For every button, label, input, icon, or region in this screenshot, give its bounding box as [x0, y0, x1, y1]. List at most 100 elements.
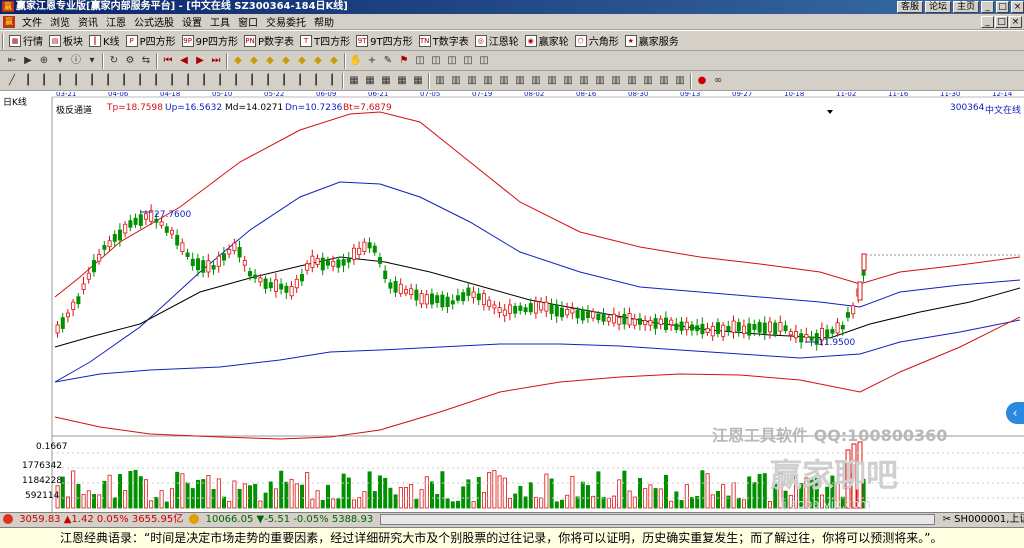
menu-help[interactable]: 帮助	[310, 14, 338, 29]
menu-file[interactable]: 文件	[18, 14, 46, 29]
bar-tool-icon[interactable]: ┃	[85, 74, 99, 88]
toolbar-p-square-button[interactable]: P P四方形	[123, 32, 179, 50]
last-icon[interactable]: ⏭	[209, 54, 223, 68]
stats-icon[interactable]: ▥	[609, 74, 623, 88]
stats-icon[interactable]: ▥	[449, 74, 463, 88]
stats-icon[interactable]: ▥	[625, 74, 639, 88]
chart-icon[interactable]: ◫	[445, 54, 459, 68]
table-icon[interactable]: ▦	[363, 74, 377, 88]
bar-tool-icon[interactable]: ┃	[117, 74, 131, 88]
prev-icon[interactable]: ◀	[177, 54, 191, 68]
stats-icon[interactable]: ▥	[657, 74, 671, 88]
next-icon[interactable]: ▶	[193, 54, 207, 68]
scroll-right-button[interactable]: ‹	[1006, 402, 1024, 424]
table-icon[interactable]: ▦	[411, 74, 425, 88]
toolbar-quotes-button[interactable]: ▦ 行情	[6, 32, 46, 50]
bar-tool-icon[interactable]: ┃	[245, 74, 259, 88]
cursor-icon[interactable]: ▶	[21, 54, 35, 68]
stats-icon[interactable]: ▥	[593, 74, 607, 88]
app-menu-icon[interactable]: 赢	[3, 15, 15, 28]
bar-tool-icon[interactable]: ┃	[213, 74, 227, 88]
child-minimize-button[interactable]: _	[981, 16, 994, 28]
diamond-icon[interactable]: ◆	[279, 54, 293, 68]
bar-tool-icon[interactable]: ┃	[149, 74, 163, 88]
first-icon[interactable]: ⏮	[161, 54, 175, 68]
bar-tool-icon[interactable]: ┃	[165, 74, 179, 88]
table-icon[interactable]: ▦	[395, 74, 409, 88]
bar-tool-icon[interactable]: ┃	[325, 74, 339, 88]
line-tool-icon[interactable]: ╱	[5, 74, 19, 88]
child-restore-button[interactable]: □	[995, 16, 1008, 28]
toolbar-t-digit-button[interactable]: TN T数字表	[416, 32, 472, 50]
table-icon[interactable]: ▦	[347, 74, 361, 88]
scissors-icon[interactable]: ✂	[943, 514, 951, 525]
bar-tool-icon[interactable]: ┃	[229, 74, 243, 88]
stats-icon[interactable]: ▥	[561, 74, 575, 88]
toolbar-gann-wheel-button[interactable]: ◎ 江恩轮	[472, 32, 522, 50]
chart-icon[interactable]: ◫	[429, 54, 443, 68]
menu-window[interactable]: 窗口	[234, 14, 262, 29]
color-icon[interactable]: ●	[695, 74, 709, 88]
toolbar-9t-square-button[interactable]: 9T 9T四方形	[353, 32, 415, 50]
rotate-icon[interactable]: ↻	[107, 54, 121, 68]
bar-tool-icon[interactable]: ┃	[133, 74, 147, 88]
minimize-button[interactable]: _	[981, 1, 994, 13]
bar-tool-icon[interactable]: ┃	[53, 74, 67, 88]
bar-tool-icon[interactable]: ┃	[293, 74, 307, 88]
settings-icon[interactable]: ⚙	[123, 54, 137, 68]
menu-trading[interactable]: 交易委托	[262, 14, 310, 29]
horizontal-scrollbar[interactable]	[380, 513, 936, 525]
bar-tool-icon[interactable]: ┃	[309, 74, 323, 88]
bar-tool-icon[interactable]: ┃	[101, 74, 115, 88]
bar-tool-icon[interactable]: ┃	[181, 74, 195, 88]
customer-service-button[interactable]: 客服	[896, 1, 923, 13]
pen-icon[interactable]: ✎	[381, 54, 395, 68]
loop-icon[interactable]: ∞	[711, 74, 725, 88]
stats-icon[interactable]: ▥	[465, 74, 479, 88]
bar-tool-icon[interactable]: ┃	[261, 74, 275, 88]
info-icon[interactable]: ⓘ	[69, 54, 83, 68]
diamond-icon[interactable]: ◆	[263, 54, 277, 68]
crosshair-icon[interactable]: +	[365, 54, 379, 68]
menu-settings[interactable]: 设置	[178, 14, 206, 29]
forum-button[interactable]: 论坛	[924, 1, 951, 13]
stats-icon[interactable]: ▥	[497, 74, 511, 88]
table-icon[interactable]: ▦	[379, 74, 393, 88]
diamond-icon[interactable]: ◆	[311, 54, 325, 68]
kline-chart[interactable]: 03-21 04-06 04-18 05-10 05-22 06-09 06-21 07-05…	[0, 92, 1024, 512]
back-icon[interactable]: ⇤	[5, 54, 19, 68]
diamond-icon[interactable]: ◆	[327, 54, 341, 68]
flip-icon[interactable]: ⇆	[139, 54, 153, 68]
menu-tools[interactable]: 工具	[206, 14, 234, 29]
dropdown-icon[interactable]: ▾	[85, 54, 99, 68]
diamond-icon[interactable]: ◆	[295, 54, 309, 68]
bar-tool-icon[interactable]: ┃	[277, 74, 291, 88]
stats-icon[interactable]: ▥	[641, 74, 655, 88]
menu-browse[interactable]: 浏览	[46, 14, 74, 29]
toolbar-t-square-button[interactable]: T T四方形	[297, 32, 353, 50]
bar-tool-icon[interactable]: ┃	[69, 74, 83, 88]
stats-icon[interactable]: ▥	[529, 74, 543, 88]
flag-icon[interactable]: ⚑	[397, 54, 411, 68]
bar-tool-icon[interactable]: ┃	[21, 74, 35, 88]
toolbar-9p-square-button[interactable]: 9P 9P四方形	[179, 32, 241, 50]
bar-tool-icon[interactable]: ┃	[37, 74, 51, 88]
dropdown-icon[interactable]: ▾	[53, 54, 67, 68]
stats-icon[interactable]: ▥	[673, 74, 687, 88]
hand-icon[interactable]: ✋	[349, 54, 363, 68]
diamond-icon[interactable]: ◆	[231, 54, 245, 68]
stats-icon[interactable]: ▥	[513, 74, 527, 88]
toolbar-sectors-button[interactable]: ▤ 板块	[46, 32, 86, 50]
chart-icon[interactable]: ◫	[477, 54, 491, 68]
stats-icon[interactable]: ▥	[433, 74, 447, 88]
toolbar-p-digit-button[interactable]: PN P数字表	[241, 32, 297, 50]
chart-icon[interactable]: ◫	[461, 54, 475, 68]
stats-icon[interactable]: ▥	[481, 74, 495, 88]
toolbar-winner-wheel-button[interactable]: ◉ 赢家轮	[522, 32, 572, 50]
chart-canvas[interactable]: 03-21 04-06 04-18 05-10 05-22 06-09 06-21 07-05…	[0, 92, 1024, 512]
toolbar-hexagon-button[interactable]: ⬡ 六角形	[572, 32, 622, 50]
menu-news[interactable]: 资讯	[74, 14, 102, 29]
diamond-icon[interactable]: ◆	[247, 54, 261, 68]
zoom-icon[interactable]: ⊕	[37, 54, 51, 68]
close-button[interactable]: ×	[1011, 1, 1024, 13]
